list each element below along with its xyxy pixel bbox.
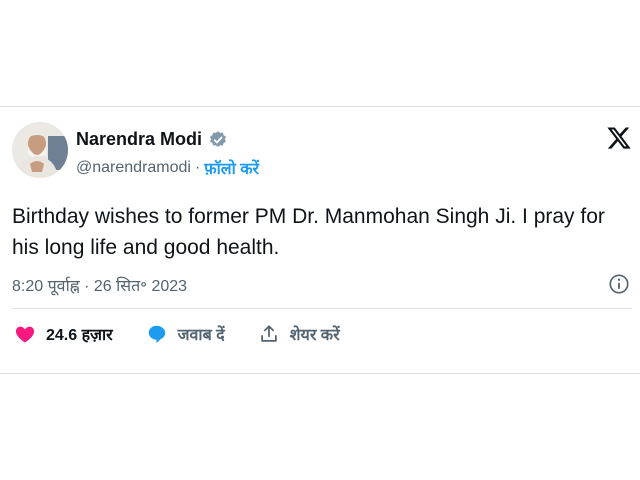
like-button[interactable]: 24.6 हज़ार bbox=[14, 323, 113, 345]
tweet-card: Narendra Modi @narendramodi · फ़ॉलो करें… bbox=[0, 106, 640, 374]
tweet-actions: 24.6 हज़ार जवाब दें शेयर करें bbox=[14, 323, 373, 345]
like-count: 24.6 हज़ार bbox=[46, 327, 113, 344]
author-handle[interactable]: @narendramodi bbox=[76, 159, 191, 177]
tweet-text: Birthday wishes to former PM Dr. Manmoha… bbox=[12, 205, 605, 259]
x-logo-icon[interactable] bbox=[606, 125, 632, 151]
author-name[interactable]: Narendra Modi bbox=[76, 129, 202, 150]
reply-button[interactable]: जवाब दें bbox=[146, 323, 225, 345]
avatar-image bbox=[12, 122, 68, 178]
tweet-timestamp[interactable]: 8:20 पूर्वाह्न · 26 सित॰ 2023 bbox=[12, 274, 187, 296]
share-button[interactable]: शेयर करें bbox=[258, 323, 340, 345]
share-label: शेयर करें bbox=[289, 327, 340, 344]
info-icon[interactable] bbox=[608, 273, 630, 295]
handle-separator: · bbox=[194, 159, 201, 176]
divider bbox=[12, 308, 632, 309]
share-icon bbox=[260, 325, 277, 342]
follow-button[interactable]: फ़ॉलो करें bbox=[204, 157, 259, 179]
reply-bubble-icon bbox=[148, 325, 165, 343]
reply-label: जवाब दें bbox=[177, 327, 225, 344]
avatar[interactable] bbox=[12, 122, 68, 178]
heart-icon bbox=[15, 326, 35, 343]
verified-badge-icon bbox=[208, 130, 228, 150]
